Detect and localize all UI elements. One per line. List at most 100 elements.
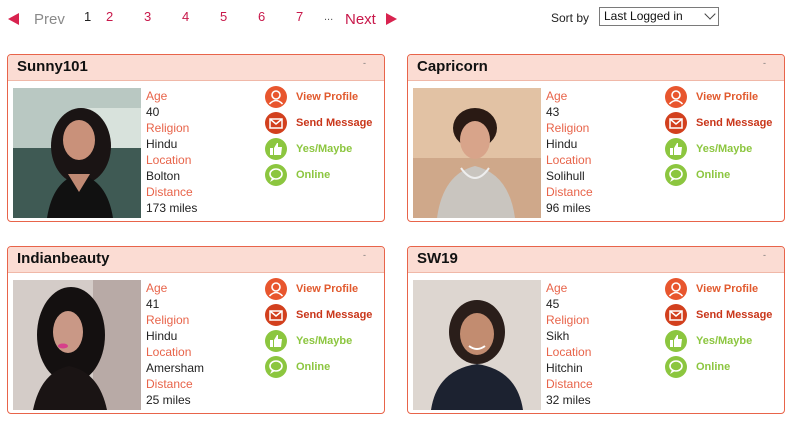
card-corner-mark: -	[363, 58, 366, 68]
next-arrow-icon[interactable]	[386, 13, 397, 25]
page-3-link[interactable]: 3	[144, 9, 151, 24]
next-link[interactable]: Next	[345, 11, 376, 28]
thumbs-up-icon	[265, 330, 287, 352]
location-value: Hitchin	[546, 361, 583, 375]
prev-arrow-icon[interactable]	[8, 13, 19, 25]
card-header: Sunny101 -	[8, 55, 384, 81]
online-label: Online	[696, 169, 731, 181]
pagination-ellipsis: ...	[324, 11, 334, 23]
profile-card: SW19 - Age 45 Religion Sikh Location Hit…	[407, 246, 785, 414]
page-1-current: 1	[84, 9, 92, 24]
religion-value: Sikh	[546, 329, 570, 343]
pagination: Prev 1 2 3 4 5 6 7 ... Next Sort by Last…	[0, 0, 802, 36]
profile-name[interactable]: SW19	[417, 250, 458, 267]
prev-link[interactable]: Prev	[34, 11, 65, 28]
page-7-link[interactable]: 7	[296, 9, 303, 24]
page-5-link[interactable]: 5	[220, 9, 227, 24]
send-message-label: Send Message	[296, 309, 373, 321]
send-message-button[interactable]: Send Message	[665, 112, 784, 138]
send-message-label: Send Message	[696, 309, 773, 321]
distance-label: Distance	[546, 185, 593, 199]
view-profile-label: View Profile	[296, 283, 359, 295]
age-label: Age	[546, 89, 568, 103]
yes-maybe-button[interactable]: Yes/Maybe	[665, 138, 784, 164]
profile-name[interactable]: Capricorn	[417, 58, 488, 75]
location-label: Location	[546, 345, 592, 359]
location-label: Location	[546, 153, 592, 167]
yes-maybe-button[interactable]: Yes/Maybe	[665, 330, 784, 356]
yes-maybe-label: Yes/Maybe	[296, 143, 353, 155]
distance-label: Distance	[546, 377, 593, 391]
age-value: 45	[546, 297, 560, 311]
card-corner-mark: -	[763, 250, 766, 260]
distance-value: 173 miles	[146, 201, 198, 215]
religion-label: Religion	[546, 313, 590, 327]
view-profile-button[interactable]: View Profile	[265, 86, 384, 112]
yes-maybe-label: Yes/Maybe	[696, 143, 753, 155]
send-message-button[interactable]: Send Message	[665, 304, 784, 330]
chat-online-icon	[265, 356, 287, 378]
profile-info: Age 41 Religion Hindu Location Amersham …	[146, 280, 204, 408]
online-button[interactable]: Online	[665, 164, 784, 190]
chat-online-icon	[665, 356, 687, 378]
online-button[interactable]: Online	[665, 356, 784, 382]
page-4-link[interactable]: 4	[182, 9, 189, 24]
religion-value: Hindu	[146, 137, 178, 151]
chat-online-icon	[665, 164, 687, 186]
religion-label: Religion	[546, 121, 590, 135]
profile-photo[interactable]	[413, 280, 541, 410]
online-label: Online	[696, 361, 731, 373]
send-message-button[interactable]: Send Message	[265, 304, 384, 330]
view-profile-label: View Profile	[696, 283, 759, 295]
message-icon	[265, 304, 287, 326]
profile-actions: View Profile Send Message Yes/Maybe Onli…	[665, 278, 784, 382]
distance-value: 25 miles	[146, 393, 191, 407]
profile-info: Age 45 Religion Sikh Location Hitchin Di…	[546, 280, 593, 408]
religion-value: Hindu	[546, 137, 578, 151]
distance-label: Distance	[146, 377, 193, 391]
view-profile-button[interactable]: View Profile	[665, 86, 784, 112]
view-profile-label: View Profile	[296, 91, 359, 103]
online-button[interactable]: Online	[265, 164, 384, 190]
thumbs-up-icon	[665, 138, 687, 160]
location-value: Bolton	[146, 169, 181, 183]
chevron-down-icon	[704, 8, 716, 20]
send-message-button[interactable]: Send Message	[265, 112, 384, 138]
online-label: Online	[296, 361, 331, 373]
profile-name[interactable]: Sunny101	[17, 58, 88, 75]
card-header: Capricorn -	[408, 55, 784, 81]
sort-by-label: Sort by	[551, 11, 590, 25]
profile-actions: View Profile Send Message Yes/Maybe Onli…	[265, 86, 384, 190]
message-icon	[265, 112, 287, 134]
view-profile-button[interactable]: View Profile	[665, 278, 784, 304]
send-message-label: Send Message	[696, 117, 773, 129]
location-value: Solihull	[546, 169, 585, 183]
profile-name[interactable]: Indianbeauty	[17, 250, 110, 267]
view-profile-label: View Profile	[696, 91, 759, 103]
profile-photo[interactable]	[413, 88, 541, 218]
age-label: Age	[146, 89, 168, 103]
profile-actions: View Profile Send Message Yes/Maybe Onli…	[665, 86, 784, 190]
sort-select[interactable]: Last Logged in	[599, 7, 719, 26]
profile-photo[interactable]	[13, 88, 141, 218]
yes-maybe-button[interactable]: Yes/Maybe	[265, 138, 384, 164]
page-2-link[interactable]: 2	[106, 9, 113, 24]
chat-online-icon	[265, 164, 287, 186]
page-6-link[interactable]: 6	[258, 9, 265, 24]
profile-icon	[265, 278, 287, 300]
profile-icon	[265, 86, 287, 108]
view-profile-button[interactable]: View Profile	[265, 278, 384, 304]
distance-label: Distance	[146, 185, 193, 199]
online-label: Online	[296, 169, 331, 181]
yes-maybe-label: Yes/Maybe	[696, 335, 753, 347]
distance-value: 96 miles	[546, 201, 591, 215]
yes-maybe-button[interactable]: Yes/Maybe	[265, 330, 384, 356]
online-button[interactable]: Online	[265, 356, 384, 382]
distance-value: 32 miles	[546, 393, 591, 407]
card-header: Indianbeauty -	[8, 247, 384, 273]
profile-photo[interactable]	[13, 280, 141, 410]
yes-maybe-label: Yes/Maybe	[296, 335, 353, 347]
profile-card: Sunny101 - Age 40 Religion Hindu Locatio…	[7, 54, 385, 222]
thumbs-up-icon	[265, 138, 287, 160]
message-icon	[665, 304, 687, 326]
